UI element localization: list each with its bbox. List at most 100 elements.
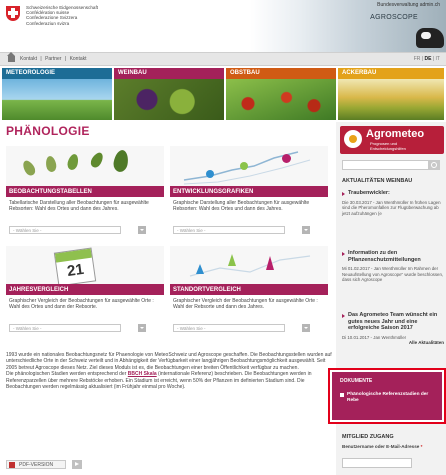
leaf-icon <box>88 150 106 170</box>
card-title[interactable]: JAHRESVERGLEICH <box>6 284 164 295</box>
admin-ch-link[interactable]: Bundesverwaltung admin.ch <box>377 2 440 8</box>
news-item: Das Agrometeo Team wünscht ein gutes neu… <box>342 312 444 345</box>
service-link-kontakt-2[interactable]: Kontakt <box>70 56 87 62</box>
intro-text-part: Die phänologischen Stadien werden entspr… <box>6 371 128 378</box>
language-switch: FR | DE | IT <box>414 56 440 62</box>
site-header: Schweizerische Eidgenossenschaft Confédé… <box>0 0 446 52</box>
card-description: Graphischer Vergleich der Beobachtungen … <box>173 298 318 311</box>
select-go-button[interactable] <box>302 324 310 332</box>
select-value: - Wählen Sie - <box>13 228 42 233</box>
service-nav: Kontakt | Partner | Kontakt FR | DE | IT <box>0 52 446 66</box>
field-photo <box>338 79 444 120</box>
category-weinbau[interactable]: WEINBAU <box>114 68 224 120</box>
card-title[interactable]: STANDORTVERGLEICH <box>170 284 328 295</box>
lang-de[interactable]: DE <box>425 56 432 62</box>
agrometeo-logo-icon <box>344 130 362 148</box>
agrometeo-title: Agrometeo <box>366 128 425 140</box>
location-select[interactable]: - Wählen Sie - <box>9 324 146 332</box>
leaf-icon <box>20 158 38 178</box>
page-title: PHÄNOLOGIE <box>6 124 90 138</box>
service-separator: | <box>64 56 67 62</box>
location-select[interactable]: - Wählen Sie - <box>173 324 310 332</box>
select-value: - Wählen Sie - <box>13 326 42 331</box>
documents-panel: DOKUMENTE Phänologische Referenzstadien … <box>332 372 442 420</box>
select-go-button[interactable] <box>138 324 146 332</box>
card-beobachtungstabellen: BEOBACHTUNGSTABELLEN Tabellarische Darst… <box>6 146 164 234</box>
select-value: - Wählen Sie - <box>177 326 206 331</box>
news-heading: AKTUALITÄTEN WEINBAU <box>342 178 413 184</box>
calendar-illustration[interactable]: 21 <box>6 246 164 284</box>
agroscope-logo[interactable]: AGROSCOPE <box>370 14 418 21</box>
graph-dot <box>240 162 248 170</box>
lang-separator: | <box>421 56 424 62</box>
category-meteorologie[interactable]: METEOROLOGIE <box>2 68 112 120</box>
pdf-button-label: PDF-VERSION <box>19 462 54 468</box>
news-title[interactable]: Information zu den Pflanzenschutzmitteil… <box>342 250 444 263</box>
news-item: Traubenwickler: Die 30.03.2017 - Jan Wen… <box>342 190 444 216</box>
service-links: Kontakt | Partner | Kontakt <box>20 56 89 62</box>
category-nav: METEOROLOGIE WEINBAU OBSTBAU ACKERBAU <box>0 66 446 122</box>
login-label-text: Benutzername oder E-Mail-Adresse <box>342 444 420 449</box>
documents-heading: DOKUMENTE <box>340 378 373 384</box>
search-input[interactable] <box>342 160 440 170</box>
documents-link[interactable]: Phänologische Referenzstadien der Rebe <box>340 392 436 404</box>
home-icon[interactable] <box>7 52 15 62</box>
intro-paragraph-2: Die phänologischen Stadien werden entspr… <box>6 371 332 390</box>
cow-illustration <box>416 28 444 48</box>
map-pins-illustration[interactable] <box>170 246 328 284</box>
header-banner-photo: Bundesverwaltung admin.ch AGROSCOPE <box>250 0 446 52</box>
lang-separator: | <box>432 56 435 62</box>
agrometeo-banner[interactable]: Agrometeo Prognosen und Entscheidungshil… <box>340 126 444 154</box>
card-description: Graphischer Vergleich der Beobachtungen … <box>9 298 154 311</box>
card-title[interactable]: BEOBACHTUNGSTABELLEN <box>6 186 164 197</box>
card-standortvergleich: STANDORTVERGLEICH Graphischer Vergleich … <box>170 246 328 332</box>
category-label: ACKERBAU <box>338 68 444 79</box>
service-link-kontakt[interactable]: Kontakt <box>20 56 37 62</box>
calendar-icon: 21 <box>53 247 97 284</box>
graph-illustration[interactable] <box>170 146 328 186</box>
bbch-link[interactable]: BBCH Skala <box>128 371 157 377</box>
all-news-link[interactable]: Alle Aktualitäten <box>342 340 444 345</box>
category-ackerbau[interactable]: ACKERBAU <box>338 68 444 120</box>
card-jahresvergleich: 21 JAHRESVERGLEICH Graphischer Vergleich… <box>6 246 164 332</box>
grapes-photo <box>114 79 224 120</box>
main-content: PHÄNOLOGIE BEOBACHTUNGSTABELLEN Tabellar… <box>0 122 334 475</box>
category-obstbau[interactable]: OBSTBAU <box>226 68 336 120</box>
select-go-button[interactable] <box>138 226 146 234</box>
leaves-illustration[interactable] <box>6 146 164 186</box>
pins-graph-icon <box>189 254 311 277</box>
service-link-partner[interactable]: Partner <box>45 56 61 62</box>
category-label: METEOROLOGIE <box>2 68 112 79</box>
news-text: Mi 01.02.2017 - Jan Wenthmüller Im Rahme… <box>342 266 444 283</box>
login-label: Benutzername oder E-Mail-Adresse * <box>342 444 438 450</box>
intro-paragraph-1: 1993 wurde ein nationales Beobachtungsne… <box>6 352 332 371</box>
required-marker: * <box>420 444 423 449</box>
news-item: Information zu den Pflanzenschutzmitteil… <box>342 250 444 283</box>
lang-it[interactable]: IT <box>436 56 440 62</box>
pdf-icon <box>9 462 15 468</box>
swiss-cross-icon[interactable] <box>6 6 20 21</box>
news-title[interactable]: Traubenwickler: <box>342 190 444 197</box>
search-icon[interactable] <box>428 160 440 170</box>
location-select[interactable]: - Wählen Sie - <box>173 226 310 234</box>
agrometeo-subtitle: Prognosen und Entscheidungshilfen <box>370 141 406 151</box>
card-title[interactable]: ENTWICKLUNGSGRAFIKEN <box>170 186 328 197</box>
intro-text: 1993 wurde ein nationales Beobachtungsne… <box>6 352 332 390</box>
pdf-version-button[interactable]: PDF-VERSION <box>6 460 66 469</box>
confed-line-rm: Confederaziun svizra <box>26 20 70 26</box>
confederation-label[interactable]: Schweizerische Eidgenossenschaft Confédé… <box>26 5 98 26</box>
location-select[interactable]: - Wählen Sie - <box>9 226 146 234</box>
news-title[interactable]: Das Agrometeo Team wünscht ein gutes neu… <box>342 312 444 332</box>
select-go-button[interactable] <box>302 226 310 234</box>
username-input[interactable] <box>342 458 412 468</box>
calendar-day: 21 <box>66 260 85 281</box>
card-description: Graphische Darstellung aller Beobachtung… <box>173 200 310 213</box>
lang-fr[interactable]: FR <box>414 56 421 62</box>
card-entwicklungsgrafiken: ENTWICKLUNGSGRAFIKEN Graphische Darstell… <box>170 146 328 234</box>
select-value: - Wählen Sie - <box>177 228 206 233</box>
login-heading: MITGLIED ZUGANG <box>342 434 394 440</box>
growth-graph-icon <box>183 151 311 185</box>
pdf-arrow-button[interactable] <box>72 460 82 469</box>
news-text: Die 30.03.2017 - Jan Wenthmüller In früh… <box>342 199 441 216</box>
card-description: Tabellarische Darstellung aller Beobacht… <box>9 200 149 213</box>
